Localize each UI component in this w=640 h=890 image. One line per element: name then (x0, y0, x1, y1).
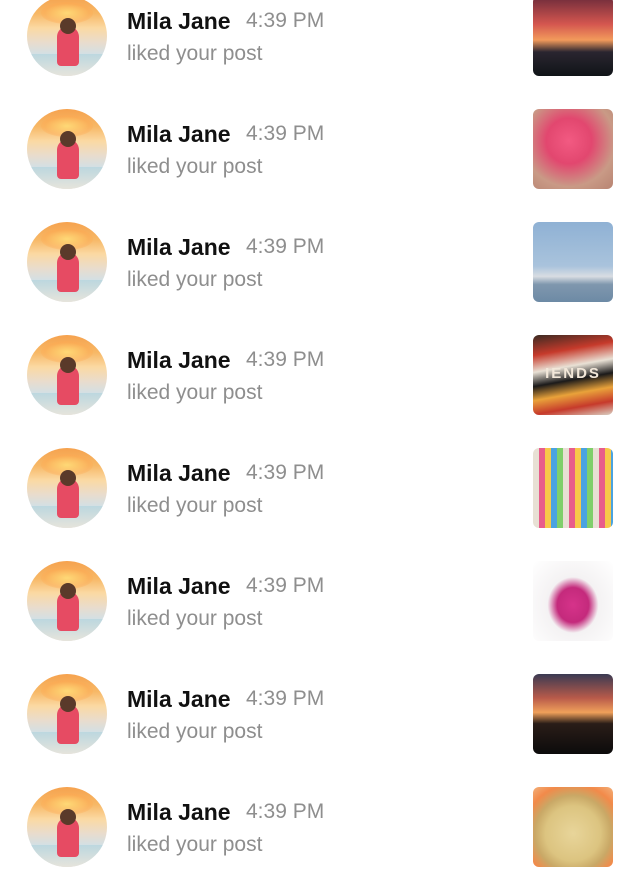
action-text: liked your post (127, 42, 263, 65)
thumbnail-sign-text: IENDS (545, 365, 601, 382)
timestamp: 4:39 PM (246, 574, 325, 597)
post-thumbnail[interactable]: IENDS (533, 335, 613, 415)
post-thumbnail[interactable] (533, 674, 613, 754)
action-text: liked your post (127, 268, 263, 291)
username[interactable]: Mila Jane (127, 8, 231, 35)
username[interactable]: Mila Jane (127, 121, 231, 148)
avatar[interactable] (27, 109, 107, 189)
notification-list: Mila Jane 4:39 PM liked your post Mila J… (0, 0, 640, 890)
action-text: liked your post (127, 607, 263, 630)
action-text: liked your post (127, 381, 263, 404)
username[interactable]: Mila Jane (127, 234, 231, 261)
timestamp: 4:39 PM (246, 122, 325, 145)
username[interactable]: Mila Jane (127, 573, 231, 600)
timestamp: 4:39 PM (246, 687, 325, 710)
avatar[interactable] (27, 448, 107, 528)
action-text: liked your post (127, 155, 263, 178)
timestamp: 4:39 PM (246, 235, 325, 258)
notification-row[interactable]: Mila Jane 4:39 PM liked your post (0, 664, 640, 777)
avatar[interactable] (27, 674, 107, 754)
avatar[interactable] (27, 561, 107, 641)
notification-row[interactable]: Mila Jane 4:39 PM liked your post IENDS (0, 325, 640, 438)
post-thumbnail[interactable] (533, 448, 613, 528)
notification-row[interactable]: Mila Jane 4:39 PM liked your post (0, 0, 640, 99)
timestamp: 4:39 PM (246, 9, 325, 32)
username[interactable]: Mila Jane (127, 799, 231, 826)
avatar[interactable] (27, 787, 107, 867)
avatar[interactable] (27, 222, 107, 302)
timestamp: 4:39 PM (246, 461, 325, 484)
username[interactable]: Mila Jane (127, 347, 231, 374)
avatar[interactable] (27, 0, 107, 76)
post-thumbnail[interactable] (533, 787, 613, 867)
username[interactable]: Mila Jane (127, 460, 231, 487)
action-text: liked your post (127, 833, 263, 856)
post-thumbnail[interactable] (533, 222, 613, 302)
notification-row[interactable]: Mila Jane 4:39 PM liked your post (0, 777, 640, 890)
post-thumbnail[interactable] (533, 0, 613, 76)
timestamp: 4:39 PM (246, 800, 325, 823)
avatar[interactable] (27, 335, 107, 415)
notification-row[interactable]: Mila Jane 4:39 PM liked your post (0, 212, 640, 325)
timestamp: 4:39 PM (246, 348, 325, 371)
username[interactable]: Mila Jane (127, 686, 231, 713)
action-text: liked your post (127, 494, 263, 517)
notification-row[interactable]: Mila Jane 4:39 PM liked your post (0, 438, 640, 551)
notification-row[interactable]: Mila Jane 4:39 PM liked your post (0, 551, 640, 664)
notification-row[interactable]: Mila Jane 4:39 PM liked your post (0, 99, 640, 212)
action-text: liked your post (127, 720, 263, 743)
post-thumbnail[interactable] (533, 561, 613, 641)
post-thumbnail[interactable] (533, 109, 613, 189)
